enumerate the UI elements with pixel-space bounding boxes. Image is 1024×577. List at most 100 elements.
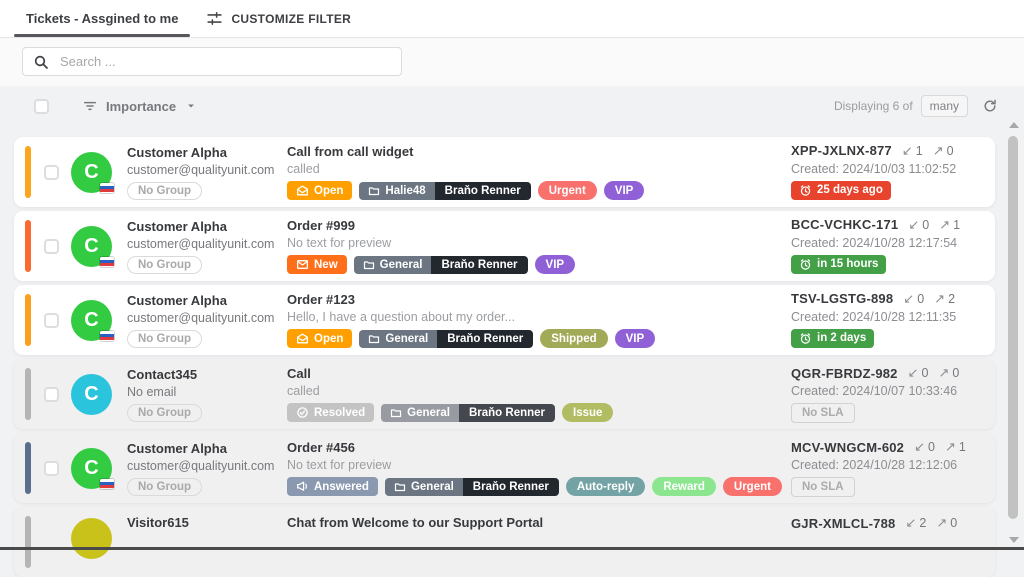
status-label: Resolved xyxy=(314,407,365,419)
folder-icon xyxy=(368,333,380,345)
ticket-row[interactable]: C Customer Alpha customer@qualityunit.co… xyxy=(14,285,995,355)
customer-name: Customer Alpha xyxy=(127,145,277,160)
created-date: Created: 2024/10/03 11:02:52 xyxy=(791,162,989,176)
department-badge: General Braňo Renner xyxy=(359,330,533,348)
alarm-clock-icon xyxy=(799,258,812,271)
ticket-checkbox[interactable] xyxy=(44,461,59,476)
ticket-checkbox[interactable] xyxy=(44,313,59,328)
customer-column: Contact345 No email No Group xyxy=(127,367,277,422)
slovakia-flag-icon xyxy=(100,183,114,193)
scrollbar[interactable] xyxy=(1006,118,1021,545)
sla-label: in 2 days xyxy=(817,332,866,344)
filter-icon xyxy=(82,98,98,114)
check-circle-icon xyxy=(296,406,309,419)
customer-email: customer@qualityunit.com xyxy=(127,459,277,473)
group-badge: No Group xyxy=(127,404,202,422)
alarm-clock-icon xyxy=(799,332,812,345)
arrow-up-right-icon: ↗ xyxy=(939,217,950,233)
department-badge: General Braňo Renner xyxy=(354,256,528,274)
avatar: C xyxy=(71,226,112,267)
avatar-letter: C xyxy=(84,235,98,258)
customer-name: Contact345 xyxy=(127,367,277,382)
ticket-code: QGR-FBRDZ-982 xyxy=(791,366,898,381)
avatar: C xyxy=(71,152,112,193)
tab-tickets-assigned[interactable]: Tickets - Assgined to me xyxy=(12,0,192,37)
tab-customize-label: CUSTOMIZE FILTER xyxy=(231,12,351,26)
ticket-checkbox[interactable] xyxy=(44,387,59,402)
ticket-row[interactable]: Visitor615 Chat from Welcome to our Supp… xyxy=(14,507,995,577)
displaying-count-badge[interactable]: many xyxy=(921,95,968,117)
ticket-checkbox[interactable] xyxy=(44,239,59,254)
ticket-row[interactable]: C Customer Alpha customer@qualityunit.co… xyxy=(14,433,995,503)
ticket-code: XPP-JXLNX-877 xyxy=(791,143,892,158)
scrollbar-thumb[interactable] xyxy=(1008,136,1018,519)
priority-bar xyxy=(25,368,31,420)
search-input[interactable] xyxy=(58,53,391,70)
department-group: Halie48 xyxy=(385,185,425,197)
department-group: General xyxy=(385,333,428,345)
department-badge: General Braňo Renner xyxy=(381,404,555,422)
customer-column: Customer Alpha customer@qualityunit.com … xyxy=(127,293,277,348)
displaying-text: Displaying 6 of xyxy=(834,99,913,113)
ticket-code: MCV-WNGCM-602 xyxy=(791,440,904,455)
badge-row: New General Braňo Renner VIP xyxy=(287,255,791,274)
ticket-row[interactable]: C Contact345 No email No Group Call call… xyxy=(14,359,995,429)
scrollbar-down-arrow[interactable] xyxy=(1009,537,1019,543)
search-box[interactable] xyxy=(22,47,402,76)
sent-count: ↗0 xyxy=(938,365,959,381)
customer-column: Customer Alpha customer@qualityunit.com … xyxy=(127,219,277,274)
group-badge: No Group xyxy=(127,182,202,200)
group-badge: No Group xyxy=(127,478,202,496)
meta-column: QGR-FBRDZ-982 ↙0 ↗0 Created: 2024/10/07 … xyxy=(791,365,989,423)
meta-column: MCV-WNGCM-602 ↙0 ↗1 Created: 2024/10/28 … xyxy=(791,439,989,497)
priority-bar xyxy=(25,220,31,272)
sort-importance-control[interactable]: Importance xyxy=(82,98,198,114)
ticket-row[interactable]: C Customer Alpha customer@qualityunit.co… xyxy=(14,211,995,281)
sla-badge: No SLA xyxy=(791,403,855,423)
status-badge: Answered xyxy=(287,477,378,496)
received-count: ↙1 xyxy=(902,143,923,159)
subject-column: Order #123 Hello, I have a question abou… xyxy=(287,292,791,348)
folder-icon xyxy=(363,259,375,271)
customer-name: Customer Alpha xyxy=(127,293,277,308)
ticket-subject: Call xyxy=(287,366,791,381)
subject-column: Call from call widget called Open Halie4… xyxy=(287,144,791,200)
customer-name: Visitor615 xyxy=(127,515,277,530)
sort-label: Importance xyxy=(106,99,176,114)
select-all-checkbox[interactable] xyxy=(34,99,49,114)
ticket-row[interactable]: C Customer Alpha customer@qualityunit.co… xyxy=(14,137,995,207)
customer-name: Customer Alpha xyxy=(127,441,277,456)
tag-badge: Reward xyxy=(652,477,716,496)
meta-column: TSV-LGSTG-898 ↙0 ↗2 Created: 2024/10/28 … xyxy=(791,291,989,350)
tag-badge: Issue xyxy=(562,403,613,422)
arrow-down-left-icon: ↙ xyxy=(908,365,919,381)
tab-customize-filter[interactable]: CUSTOMIZE FILTER xyxy=(192,0,365,37)
tag-badge: Auto-reply xyxy=(566,477,646,496)
department-group: General xyxy=(380,259,423,271)
ticket-checkbox[interactable] xyxy=(44,165,59,180)
meta-column: XPP-JXLNX-877 ↙1 ↗0 Created: 2024/10/03 … xyxy=(791,143,989,202)
arrow-down-left-icon: ↙ xyxy=(914,439,925,455)
priority-bar xyxy=(25,516,31,568)
avatar-letter: C xyxy=(84,457,98,480)
ticket-subject: Order #123 xyxy=(287,292,791,307)
subject-column: Order #999 No text for preview New Gener… xyxy=(287,218,791,274)
created-date: Created: 2024/10/07 10:33:46 xyxy=(791,384,989,398)
ticket-list: C Customer Alpha customer@qualityunit.co… xyxy=(14,137,995,577)
ticket-preview: called xyxy=(287,162,791,176)
status-label: Answered xyxy=(314,481,369,493)
scrollbar-up-arrow[interactable] xyxy=(1009,122,1019,128)
sla-badge: in 15 hours xyxy=(791,255,886,274)
chevron-down-icon xyxy=(184,99,198,113)
refresh-icon xyxy=(982,98,998,114)
slovakia-flag-icon xyxy=(100,479,114,489)
received-count: ↙0 xyxy=(908,365,929,381)
closed-envelope-icon xyxy=(296,258,309,271)
avatar-letter: C xyxy=(84,383,98,406)
status-badge: Resolved xyxy=(287,403,374,422)
arrow-down-left-icon: ↙ xyxy=(905,515,916,531)
received-count: ↙2 xyxy=(905,515,926,531)
open-envelope-icon xyxy=(296,332,309,345)
refresh-button[interactable] xyxy=(980,96,1000,116)
ticket-subject: Order #456 xyxy=(287,440,791,455)
